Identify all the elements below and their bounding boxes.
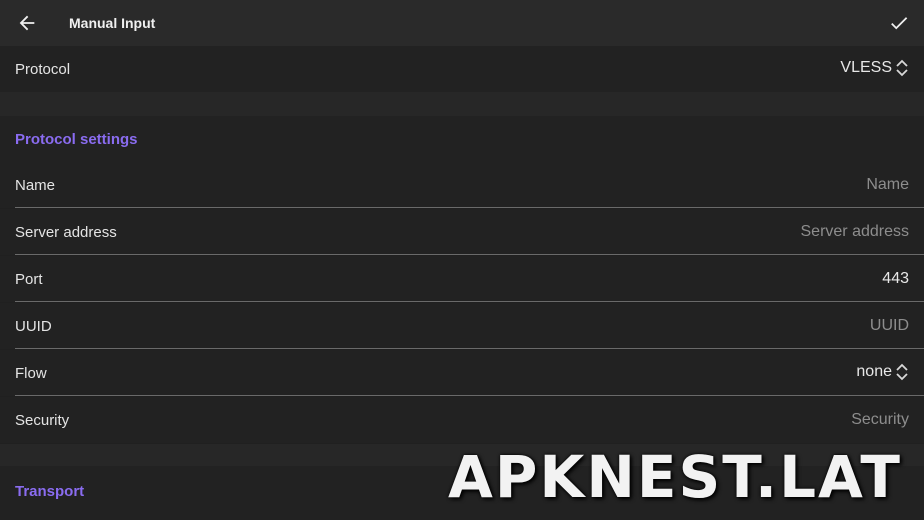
flow-selector[interactable]: Flow none — [0, 350, 924, 396]
name-field[interactable]: Name Name — [0, 162, 924, 208]
port-label: Port — [15, 271, 43, 288]
unfold-icon — [896, 59, 908, 77]
flow-value-text: none — [856, 363, 892, 380]
divider — [15, 301, 924, 302]
port-field[interactable]: Port 443 — [0, 256, 924, 302]
check-icon[interactable] — [888, 12, 910, 34]
section-gap — [0, 92, 924, 116]
flow-label: Flow — [15, 365, 47, 382]
protocol-settings-section: Protocol settings — [0, 116, 924, 162]
section-header-protocol-settings: Protocol settings — [15, 131, 138, 148]
divider — [15, 207, 924, 208]
server-address-field[interactable]: Server address Server address — [0, 209, 924, 255]
protocol-value[interactable]: VLESS — [840, 58, 909, 78]
security-field[interactable]: Security Security — [0, 397, 924, 443]
protocol-selector[interactable]: Protocol VLESS — [0, 46, 924, 92]
section-header-transport: Transport — [15, 483, 85, 500]
name-label: Name — [15, 177, 56, 194]
security-label: Security — [15, 412, 70, 429]
port-input[interactable]: 443 — [882, 270, 909, 288]
unfold-icon — [896, 363, 908, 381]
uuid-field[interactable]: UUID UUID — [0, 303, 924, 349]
server-address-input[interactable]: Server address — [801, 223, 910, 241]
divider — [15, 254, 924, 255]
server-address-label: Server address — [15, 224, 117, 241]
page-title: Manual Input — [69, 15, 156, 31]
protocol-label: Protocol — [15, 61, 71, 78]
flow-value[interactable]: none — [856, 362, 909, 382]
divider — [15, 395, 924, 396]
uuid-label: UUID — [15, 318, 52, 335]
watermark: APKNEST.LAT — [448, 443, 902, 511]
uuid-input[interactable]: UUID — [870, 317, 909, 335]
app-bar: Manual Input — [0, 0, 924, 46]
name-input[interactable]: Name — [866, 176, 909, 194]
protocol-value-text: VLESS — [840, 59, 892, 76]
arrow-left-icon[interactable] — [16, 12, 38, 34]
divider — [15, 348, 924, 349]
security-input[interactable]: Security — [851, 411, 909, 429]
